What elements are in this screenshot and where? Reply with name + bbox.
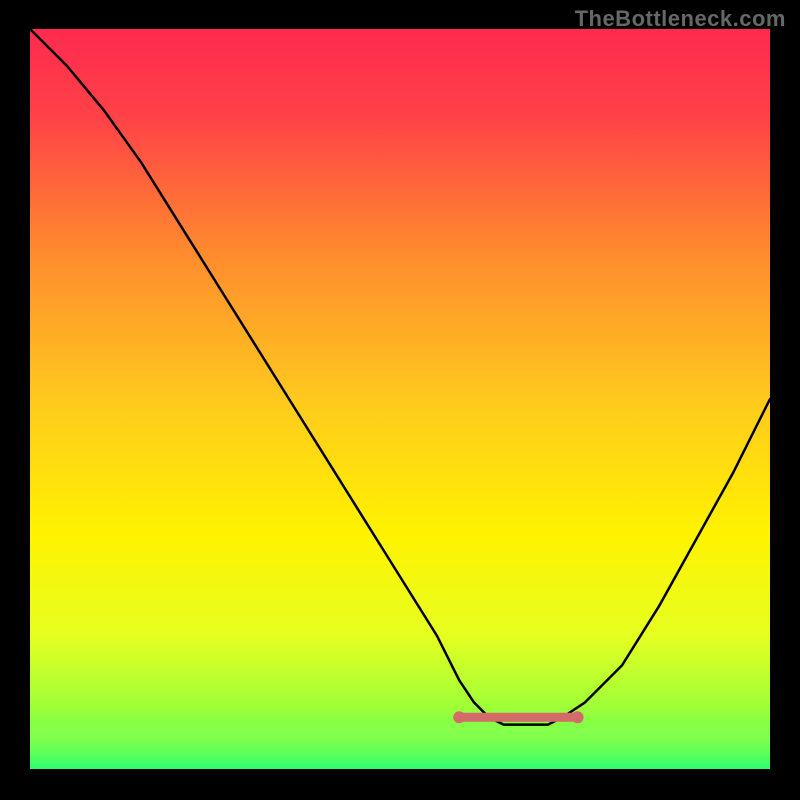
- marker-dot-1: [572, 711, 584, 723]
- optimal-band: [30, 721, 770, 769]
- bottleneck-chart: TheBottleneck.com: [0, 0, 800, 800]
- plot-area: [30, 29, 770, 769]
- gradient-background: [30, 29, 770, 769]
- watermark: TheBottleneck.com: [575, 6, 786, 32]
- chart-svg: [30, 29, 770, 769]
- marker-dot-0: [453, 711, 465, 723]
